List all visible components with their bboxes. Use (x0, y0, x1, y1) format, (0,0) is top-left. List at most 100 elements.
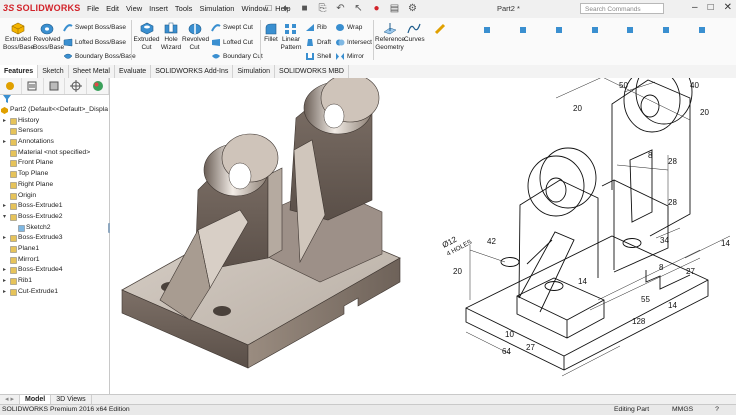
expand-right-icon[interactable]: ▸ (3, 233, 6, 244)
cube-icon[interactable] (663, 27, 669, 33)
close-icon[interactable]: ✕ (724, 2, 732, 13)
configuration-manager-tab-icon[interactable] (44, 78, 66, 94)
tree-item[interactable]: Sketch2 (0, 223, 109, 234)
tree-item[interactable]: Plane1 (0, 244, 109, 255)
tree-item[interactable]: ▸ Cut-Extrude1 (0, 287, 109, 298)
expand-right-icon[interactable]: ▸ (3, 287, 6, 298)
tab-features[interactable]: Features (0, 65, 39, 78)
shell-icon (306, 53, 314, 60)
linear-pattern-button[interactable]: Linear Pattern (280, 22, 302, 51)
options-icon[interactable]: ⚙ (406, 2, 419, 15)
tab-add-ins[interactable]: SOLIDWORKS Add-Ins (151, 65, 234, 78)
cube-icon[interactable] (627, 27, 633, 33)
minimize-icon[interactable]: – (692, 2, 698, 13)
menu-file[interactable]: File (87, 4, 99, 13)
cube-icon[interactable] (484, 27, 490, 33)
tab-sheet-metal[interactable]: Sheet Metal (69, 65, 115, 78)
pencil-icon[interactable] (434, 23, 446, 35)
tree-item[interactable]: ▸ History (0, 116, 109, 127)
extruded-cut-button[interactable]: Extruded Cut (133, 22, 160, 51)
tree-item-label: Plane1 (18, 244, 40, 252)
dimxpert-tab-icon[interactable] (65, 78, 88, 94)
tree-item-label: History (18, 116, 40, 124)
dimensioned-isometric-drawing[interactable] (465, 78, 709, 371)
revolved-boss-button[interactable]: Revolved Boss/Base (33, 22, 64, 51)
tree-root-part[interactable]: Part2 (Default<<Default>_Displa (0, 105, 109, 116)
file-properties-icon[interactable]: ▤ (388, 2, 401, 15)
intersect-button[interactable]: Intersect (335, 38, 372, 47)
tree-item[interactable]: Material <not specified> (0, 148, 109, 159)
print-icon[interactable]: ⎘ (316, 2, 329, 15)
tree-item[interactable]: ▸ Annotations (0, 137, 109, 148)
graphics-area[interactable]: 20 40 20 50 20 8 28 28 34 14 8 27 Ø12 4 … (110, 78, 736, 394)
help-icon[interactable]: ? (712, 405, 722, 414)
undo-icon[interactable]: ↶ (334, 2, 347, 15)
tree-item[interactable]: Origin (0, 191, 109, 202)
wrap-button[interactable]: Wrap (335, 23, 362, 32)
restore-icon[interactable]: □ (708, 2, 714, 13)
feature-manager-tab-icon[interactable] (0, 78, 22, 94)
rib-button[interactable]: Rib (305, 23, 327, 32)
tree-item[interactable]: ▾ Boss-Extrude2 (0, 212, 109, 223)
mirror-button[interactable]: Mirror (335, 52, 364, 61)
expand-right-icon[interactable]: ▸ (3, 116, 6, 127)
tree-item[interactable]: ▸ Rib1 (0, 276, 109, 287)
new-icon[interactable]: □ (262, 2, 275, 15)
property-manager-tab-icon[interactable] (22, 78, 44, 94)
shaded-model[interactable] (121, 78, 401, 369)
menu-tools[interactable]: Tools (175, 4, 193, 13)
draft-icon (307, 39, 313, 46)
rebuild-icon[interactable]: ● (370, 2, 383, 15)
tree-item[interactable]: ▸ Boss-Extrude1 (0, 201, 109, 212)
solidworks-logo[interactable]: 3S SOLIDWORKS (3, 3, 80, 13)
hole-wizard-button[interactable]: Hole Wizard (160, 22, 182, 51)
reference-geometry-button[interactable]: Reference Geometry (375, 22, 405, 51)
command-manager-tabs: Features Sketch Sheet Metal Evaluate SOL… (0, 65, 736, 79)
revolved-cut-button[interactable]: Revolved Cut (182, 22, 209, 51)
tree-item[interactable]: ▸ Boss-Extrude4 (0, 265, 109, 276)
curves-button[interactable]: Curves (404, 22, 425, 44)
lofted-boss-button[interactable]: Lofted Boss/Base (63, 38, 126, 47)
tab-mbd[interactable]: SOLIDWORKS MBD (275, 65, 349, 78)
cube-icon[interactable] (520, 27, 526, 33)
expand-right-icon[interactable]: ▸ (3, 265, 6, 276)
cube-icon[interactable] (556, 27, 562, 33)
cube-icon[interactable] (592, 27, 598, 33)
extruded-boss-button[interactable]: Extruded Boss/Base (3, 22, 34, 51)
swept-cut-button[interactable]: Swept Cut (211, 23, 253, 32)
expand-right-icon[interactable]: ▸ (3, 137, 6, 148)
fillet-button[interactable]: Fillet (262, 22, 280, 44)
menu-edit[interactable]: Edit (106, 4, 119, 13)
open-icon[interactable]: ▸ (280, 2, 293, 15)
display-manager-tab-icon[interactable] (87, 78, 109, 94)
tree-item[interactable]: Top Plane (0, 169, 109, 180)
save-icon[interactable]: ■ (298, 2, 311, 15)
expand-right-icon[interactable]: ▸ (3, 201, 6, 212)
expand-down-icon[interactable]: ▾ (3, 212, 6, 223)
tab-sketch[interactable]: Sketch (38, 65, 69, 78)
linear-pattern-icon (285, 24, 296, 34)
tree-item[interactable]: Sensors (0, 126, 109, 137)
shell-button[interactable]: Shell (305, 52, 331, 61)
tree-item[interactable]: Right Plane (0, 180, 109, 191)
search-commands-input[interactable]: Search Commands (580, 3, 664, 14)
tab-evaluate[interactable]: Evaluate (115, 65, 152, 78)
boundary-boss-button[interactable]: Boundary Boss/Base (63, 52, 136, 61)
expand-right-icon[interactable]: ▸ (3, 276, 6, 287)
menu-view[interactable]: View (126, 4, 142, 13)
menu-insert[interactable]: Insert (149, 4, 168, 13)
tree-item[interactable]: Mirror1 (0, 255, 109, 266)
tab-simulation[interactable]: Simulation (233, 65, 276, 78)
status-bar: SOLIDWORKS Premium 2016 x64 Edition Edit… (0, 404, 736, 415)
draft-button[interactable]: Draft (305, 38, 331, 47)
lofted-cut-button[interactable]: Lofted Cut (211, 38, 253, 47)
filter-icon[interactable] (0, 95, 109, 105)
tree-item[interactable]: ▸ Boss-Extrude3 (0, 233, 109, 244)
cube-icon[interactable] (699, 27, 705, 33)
boundary-cut-button[interactable]: Boundary Cut (211, 52, 263, 61)
boundary-cut-icon (212, 54, 220, 59)
select-icon[interactable]: ↖ (352, 2, 365, 15)
swept-boss-button[interactable]: Swept Boss/Base (63, 23, 126, 32)
tree-item[interactable]: Front Plane (0, 158, 109, 169)
menu-simulation[interactable]: Simulation (199, 4, 234, 13)
